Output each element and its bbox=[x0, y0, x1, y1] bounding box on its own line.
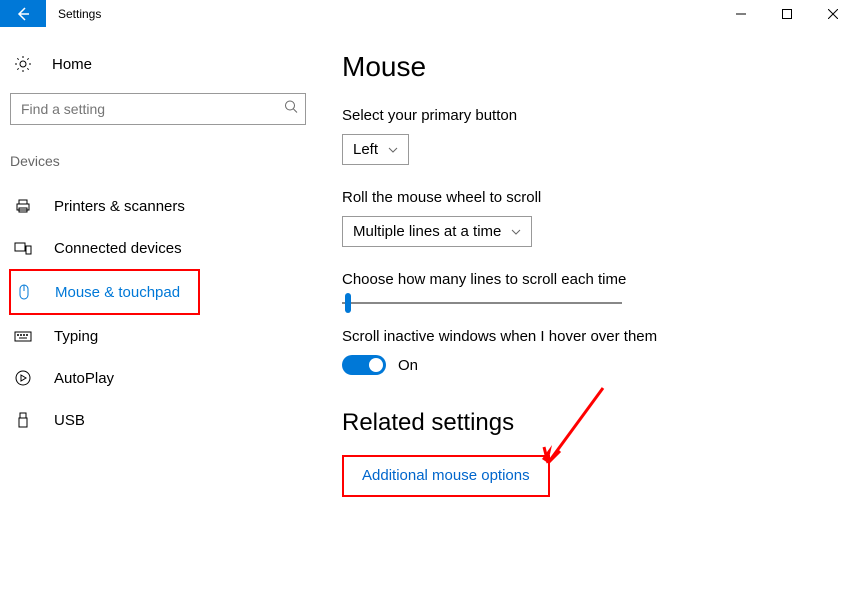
autoplay-icon bbox=[14, 369, 32, 387]
related-settings-heading: Related settings bbox=[342, 409, 826, 437]
additional-mouse-options-link[interactable]: Additional mouse options bbox=[362, 467, 530, 484]
section-devices-label: Devices bbox=[10, 145, 310, 185]
back-button[interactable] bbox=[0, 0, 46, 27]
sidebar-item-autoplay[interactable]: AutoPlay bbox=[10, 357, 310, 399]
printer-icon bbox=[14, 197, 32, 215]
lines-scroll-slider[interactable] bbox=[342, 302, 622, 304]
sidebar-item-label: Typing bbox=[54, 328, 98, 345]
wheel-scroll-value: Multiple lines at a time bbox=[353, 223, 501, 240]
home-nav[interactable]: Home bbox=[10, 51, 310, 93]
back-arrow-icon bbox=[15, 6, 31, 22]
keyboard-icon bbox=[14, 327, 32, 345]
home-label: Home bbox=[52, 56, 92, 73]
close-icon bbox=[828, 9, 838, 19]
devices-icon bbox=[14, 239, 32, 257]
sidebar-item-label: USB bbox=[54, 412, 85, 429]
search-icon bbox=[284, 100, 298, 119]
chevron-down-icon bbox=[388, 145, 398, 155]
minimize-icon bbox=[736, 9, 746, 19]
search-input[interactable] bbox=[10, 93, 306, 125]
maximize-icon bbox=[782, 9, 792, 19]
mouse-icon bbox=[15, 283, 33, 301]
sidebar-item-label: Mouse & touchpad bbox=[55, 284, 180, 301]
sidebar-item-typing[interactable]: Typing bbox=[10, 315, 310, 357]
primary-button-value: Left bbox=[353, 141, 378, 158]
chevron-down-icon bbox=[511, 227, 521, 237]
usb-icon bbox=[14, 411, 32, 429]
page-title: Mouse bbox=[342, 51, 826, 83]
sidebar-item-label: Printers & scanners bbox=[54, 198, 185, 215]
hover-scroll-state: On bbox=[398, 357, 418, 374]
wheel-scroll-dropdown[interactable]: Multiple lines at a time bbox=[342, 216, 532, 247]
lines-scroll-label: Choose how many lines to scroll each tim… bbox=[342, 271, 826, 288]
maximize-button[interactable] bbox=[764, 0, 810, 27]
toggle-knob bbox=[369, 358, 383, 372]
sidebar-item-label: AutoPlay bbox=[54, 370, 114, 387]
minimize-button[interactable] bbox=[718, 0, 764, 27]
slider-track bbox=[342, 302, 622, 304]
window-title: Settings bbox=[46, 0, 718, 27]
sidebar-item-connected-devices[interactable]: Connected devices bbox=[10, 227, 310, 269]
sidebar-item-printers-scanners[interactable]: Printers & scanners bbox=[10, 185, 310, 227]
sidebar-item-usb[interactable]: USB bbox=[10, 399, 310, 441]
hover-scroll-label: Scroll inactive windows when I hover ove… bbox=[342, 328, 826, 345]
close-button[interactable] bbox=[810, 0, 856, 27]
primary-button-label: Select your primary button bbox=[342, 107, 826, 124]
gear-icon bbox=[14, 55, 32, 73]
slider-thumb[interactable] bbox=[345, 293, 351, 313]
wheel-scroll-label: Roll the mouse wheel to scroll bbox=[342, 189, 826, 206]
sidebar-item-label: Connected devices bbox=[54, 240, 182, 257]
hover-scroll-toggle[interactable] bbox=[342, 355, 386, 375]
primary-button-dropdown[interactable]: Left bbox=[342, 134, 409, 165]
sidebar-item-mouse-touchpad[interactable]: Mouse & touchpad bbox=[9, 269, 200, 315]
